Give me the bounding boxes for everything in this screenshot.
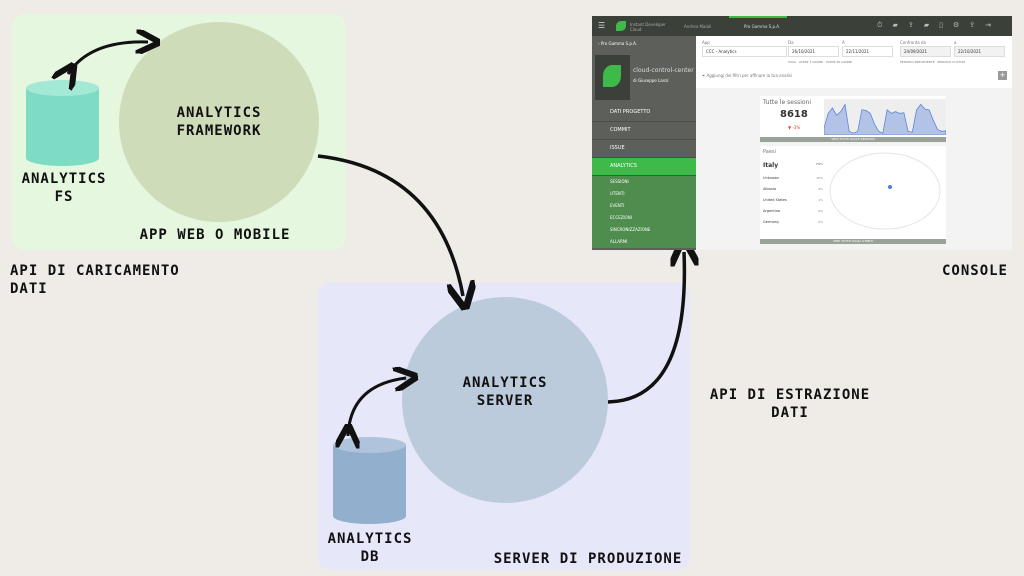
confronta-date-input[interactable]: 24/09/2021 xyxy=(900,46,951,57)
sessions-delta: ▼ -3% xyxy=(788,125,801,130)
country-pct: 0% xyxy=(818,220,823,224)
back-link[interactable]: ‹ Pro Gamma S.p.A. xyxy=(592,36,696,52)
country-name: Albania xyxy=(763,187,777,191)
countries-footer-link[interactable]: VEDI TUTTO SUGLI UTENTI xyxy=(760,239,946,244)
sidebar-subitem-sessioni[interactable]: SESSIONI xyxy=(592,176,696,188)
brand-name: Instant Developer Cloud xyxy=(630,22,666,32)
quick-range-links[interactable]: OGGI · ULTIMI 7 GIORNI · ULTIMI 30 GIORN… xyxy=(788,60,852,64)
countries-card: Paesi Italy 74% Unknown 20% Albania 3% United … xyxy=(760,146,946,244)
console-screenshot: ☰ Instant Developer Cloud Andrea Maioli … xyxy=(592,16,1012,250)
country-pct: 1% xyxy=(818,198,823,202)
project-name: cloud-control-center xyxy=(633,67,694,74)
user-name[interactable]: Andrea Maioli xyxy=(684,24,711,29)
country-name: Italy xyxy=(763,162,779,169)
app-label: App xyxy=(702,40,710,45)
arrow-fs-framework xyxy=(68,42,148,74)
arrow-db-server xyxy=(348,378,406,436)
sidebar-subitem-eventi[interactable]: EVENTI xyxy=(592,200,696,212)
a2-label: a xyxy=(954,40,957,45)
country-name: Germany xyxy=(763,220,780,224)
country-row: United States 1% xyxy=(763,198,823,209)
world-map xyxy=(829,152,941,230)
menu-icon[interactable]: ☰ xyxy=(598,21,605,30)
country-row: Italy 74% xyxy=(763,162,823,176)
add-filter-button[interactable]: + xyxy=(998,71,1007,80)
leaf-logo-icon xyxy=(616,21,626,31)
countries-list: Italy 74% Unknown 20% Albania 3% United States… xyxy=(763,162,823,231)
sessions-sparkline xyxy=(824,99,946,135)
topbar-icons[interactable]: ⏱▰⇪▰▯⚙⇪⇥ xyxy=(877,21,1001,30)
project-owner: di Giuseppe Lanzi xyxy=(633,78,668,83)
sidebar-item-dati-progetto[interactable]: DATI PROGETTO xyxy=(592,104,696,122)
sidebar-item-commit[interactable]: COMMIT xyxy=(592,122,696,140)
country-name: Argentina xyxy=(763,209,781,213)
country-name: Unknown xyxy=(763,176,780,180)
app-select[interactable]: CCC - Analytics xyxy=(702,46,787,57)
sidebar-item-issue[interactable]: ISSUE xyxy=(592,140,696,158)
country-pct: 0% xyxy=(818,209,823,213)
country-row: Argentina 0% xyxy=(763,209,823,220)
console-sidebar: ‹ Pro Gamma S.p.A. cloud-control-center … xyxy=(592,36,696,250)
compare-range-links[interactable]: PERIODO PRECEDENTE · PERIODO CUSTOM xyxy=(900,60,965,64)
country-pct: 3% xyxy=(818,187,823,191)
country-row: Albania 3% xyxy=(763,187,823,198)
owner-name: Giuseppe Lanzi xyxy=(637,78,669,83)
countries-title: Paesi xyxy=(763,149,776,155)
sidebar-item-analytics[interactable]: ANALYTICS xyxy=(592,158,696,176)
da-label: Da xyxy=(788,40,794,45)
analytics-submenu: SESSIONI UTENTI EVENTI ECCEZIONI SINCRON… xyxy=(592,176,696,248)
country-pct: 74% xyxy=(815,162,823,166)
country-row: Germany 0% xyxy=(763,220,823,231)
filters-bar: App CCC - Analytics Da 26/10/2021 A 22/1… xyxy=(696,36,1012,88)
owner-prefix: di xyxy=(633,78,637,83)
sessions-footer-link[interactable]: VEDI TUTTO SULLE SESSIONI xyxy=(760,137,946,142)
a2-date-input[interactable]: 22/10/2021 xyxy=(954,46,1005,57)
filter-input[interactable]: ⏷ Aggiungi dei filtri per affinare la tu… xyxy=(702,73,792,78)
project-logo xyxy=(595,55,630,100)
country-pct: 20% xyxy=(816,176,823,180)
sessions-title: Tutte le sessioni xyxy=(763,99,812,106)
a-date-input[interactable]: 22/11/2021 xyxy=(842,46,893,57)
confronta-label: Confronta da xyxy=(900,40,927,45)
sessions-value: 8618 xyxy=(780,109,808,120)
country-name: United States xyxy=(763,198,787,202)
a-label: A xyxy=(842,40,845,45)
sidebar-subitem-sincronizzazione[interactable]: SINCRONIZZAZIONE xyxy=(592,224,696,236)
back-label: Pro Gamma S.p.A. xyxy=(600,41,638,46)
arrow-server-console xyxy=(607,252,684,404)
tab-label: Pro Gamma S.p.A. xyxy=(744,24,781,29)
arrow-framework-server xyxy=(317,154,463,296)
sidebar-subitem-eccezioni[interactable]: ECCEZIONI xyxy=(592,212,696,224)
da-date-input[interactable]: 26/10/2021 xyxy=(788,46,839,57)
sidebar-subitem-allarmi[interactable]: ALLARMI xyxy=(592,236,696,248)
sessions-card: Tutte le sessioni 8618 ▼ -3% VEDI TUTTO … xyxy=(760,96,946,142)
console-topbar: ☰ Instant Developer Cloud Andrea Maioli … xyxy=(592,16,1012,36)
sidebar-subitem-utenti[interactable]: UTENTI xyxy=(592,188,696,200)
country-row: Unknown 20% xyxy=(763,176,823,187)
